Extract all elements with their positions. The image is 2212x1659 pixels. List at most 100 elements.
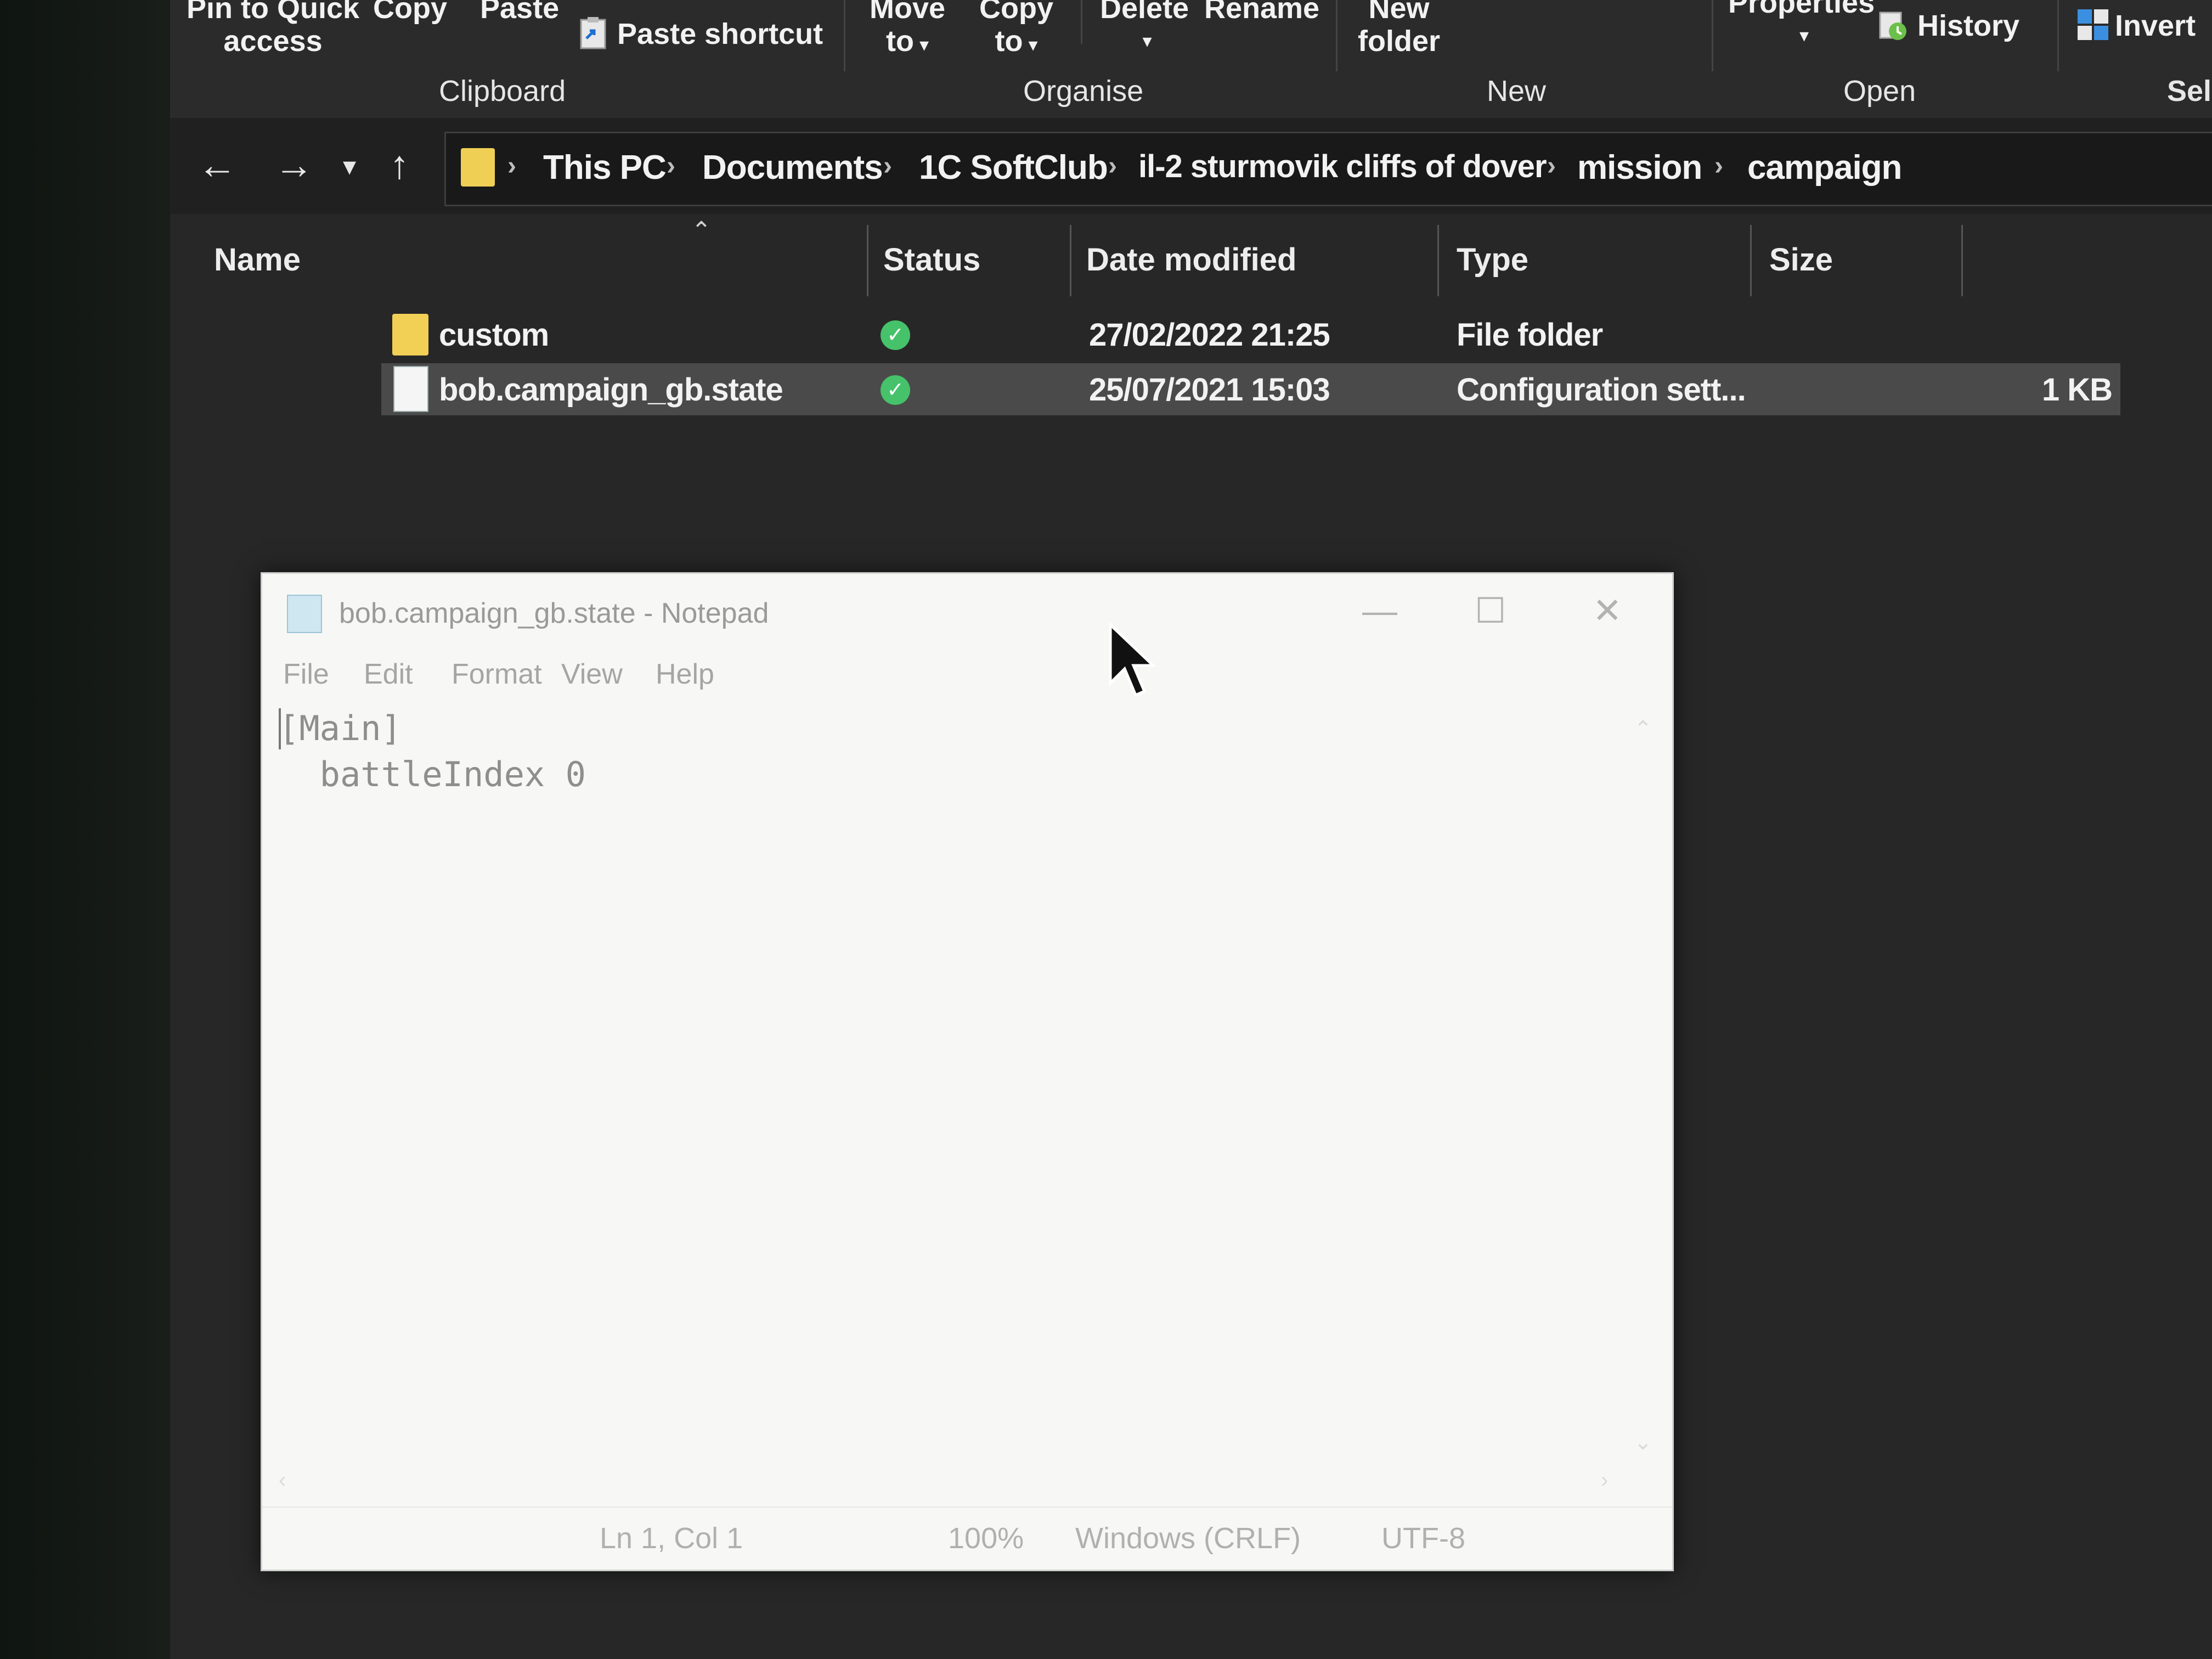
breadcrumb-1c-softclub[interactable]: 1C SoftClub: [919, 148, 1108, 187]
file-name: custom: [439, 317, 549, 353]
sync-status-ok-icon: ✓: [881, 375, 910, 405]
column-header-size[interactable]: Size: [1769, 241, 1833, 278]
new-group-label: New: [1487, 75, 1547, 108]
rename-button[interactable]: Rename: [1204, 0, 1319, 25]
monitor-bezel: [0, 0, 181, 1659]
select-group-label: Sel: [2167, 75, 2212, 108]
close-icon[interactable]: ✕: [1593, 590, 1622, 631]
chevron-down-icon: ▾: [1028, 35, 1038, 55]
forward-arrow-icon[interactable]: →: [274, 143, 314, 188]
ribbon-divider: [1336, 0, 1338, 71]
move-to-button[interactable]: Move to ▾: [870, 0, 945, 61]
organise-group-label: Organise: [1023, 75, 1144, 108]
file-date: 27/02/2022 21:25: [1089, 317, 1330, 353]
breadcrumb-il2-cliffs-of-dover[interactable]: il-2 sturmovik cliffs of dover: [1138, 148, 1547, 185]
properties-button[interactable]: Properties ▾: [1728, 0, 1875, 52]
file-size: 1 KB: [2041, 372, 2113, 408]
notepad-text-area[interactable]: [Main] battleIndex 0: [279, 706, 1623, 1474]
menu-help[interactable]: Help: [656, 658, 714, 691]
scroll-up-icon[interactable]: ⌃: [1634, 716, 1652, 742]
scroll-left-icon[interactable]: ‹: [279, 1468, 286, 1493]
file-name: bob.campaign_gb.state: [439, 372, 783, 408]
menu-file[interactable]: File: [283, 658, 329, 691]
paste-shortcut-label: Paste shortcut: [617, 18, 823, 50]
notepad-app-icon: [287, 595, 322, 633]
menu-edit[interactable]: Edit: [364, 658, 413, 691]
file-row-custom[interactable]: custom ✓ 27/02/2022 21:25 File folder: [381, 308, 2120, 360]
breadcrumb-separator: ›: [667, 151, 675, 180]
breadcrumb-separator: ›: [1547, 151, 1556, 180]
rename-label: Rename: [1204, 0, 1320, 25]
file-type: File folder: [1457, 317, 1603, 353]
ribbon: Pin to Quick access Copy Paste Paste sho…: [170, 0, 2212, 119]
scroll-down-icon[interactable]: ⌄: [1634, 1430, 1652, 1455]
menu-format[interactable]: Format: [452, 658, 542, 691]
history-label: History: [1917, 9, 2020, 42]
invert-selection-icon: [2076, 8, 2108, 41]
pin-to-quick-access-button[interactable]: Pin to Quick access: [187, 0, 359, 58]
new-folder-label-1: New: [1368, 0, 1430, 25]
document-icon: [393, 366, 428, 412]
file-row-bob-campaign-gb-state[interactable]: bob.campaign_gb.state ✓ 25/07/2021 15:03…: [381, 363, 2120, 415]
menu-view[interactable]: View: [561, 658, 623, 691]
copy-to-label-2: to: [995, 25, 1023, 58]
chevron-down-icon: ▾: [1142, 31, 1152, 52]
copy-to-button[interactable]: Copy to ▾: [979, 0, 1053, 61]
column-header-date-modified[interactable]: Date modified: [1086, 241, 1297, 278]
notepad-title-bar[interactable]: bob.campaign_gb.state - Notepad — ☐ ✕: [262, 574, 1672, 651]
column-divider[interactable]: [867, 225, 868, 296]
notepad-window: bob.campaign_gb.state - Notepad — ☐ ✕ Fi…: [261, 572, 1674, 1571]
notepad-status-bar: Ln 1, Col 1 100% Windows (CRLF) UTF-8: [262, 1506, 1672, 1568]
notepad-title: bob.campaign_gb.state - Notepad: [339, 597, 769, 629]
ribbon-divider: [1712, 0, 1713, 71]
column-header-status[interactable]: Status: [883, 241, 980, 278]
properties-label: Properties: [1728, 0, 1875, 19]
chevron-down-icon: ▾: [919, 35, 929, 55]
clipboard-group-label: Clipboard: [439, 75, 566, 108]
new-folder-button[interactable]: New folder: [1358, 0, 1440, 58]
paste-shortcut-button[interactable]: Paste shortcut: [579, 16, 823, 50]
minimize-icon[interactable]: —: [1362, 590, 1397, 631]
breadcrumb-separator: ›: [1108, 151, 1117, 180]
paste-button[interactable]: Paste: [480, 0, 559, 25]
ribbon-divider: [844, 0, 845, 71]
breadcrumb-documents[interactable]: Documents: [702, 148, 883, 187]
delete-label: Delete: [1100, 0, 1189, 25]
folder-icon: [461, 148, 495, 187]
maximize-icon[interactable]: ☐: [1475, 590, 1506, 631]
open-group-label: Open: [1843, 75, 1916, 108]
column-divider[interactable]: [1070, 225, 1071, 296]
invert-label: Invert: [2115, 9, 2196, 42]
sort-ascending-icon: ⌃: [691, 217, 712, 244]
ribbon-divider: [1081, 0, 1082, 44]
back-arrow-icon[interactable]: ←: [198, 143, 237, 188]
up-arrow-icon[interactable]: ↑: [390, 143, 409, 188]
breadcrumb-this-pc[interactable]: This PC: [543, 148, 667, 187]
file-date: 25/07/2021 15:03: [1089, 372, 1330, 408]
breadcrumb-separator: ›: [883, 151, 892, 180]
zoom-level: 100%: [948, 1522, 1024, 1555]
column-header-name[interactable]: Name: [214, 241, 301, 278]
file-type: Configuration sett...: [1457, 372, 1746, 408]
breadcrumb-mission[interactable]: mission: [1577, 148, 1702, 187]
new-folder-label-2: folder: [1358, 25, 1441, 58]
delete-button[interactable]: Delete ▾: [1100, 0, 1189, 58]
move-label-1: Move: [870, 0, 946, 25]
invert-selection-button[interactable]: Invert: [2076, 8, 2196, 42]
column-divider[interactable]: [1437, 225, 1439, 296]
copy-label: Copy: [373, 0, 447, 25]
move-label-2: to: [886, 25, 914, 58]
history-button[interactable]: History: [1879, 8, 2019, 42]
breadcrumb-separator: ›: [507, 151, 516, 180]
history-icon: [1879, 8, 1908, 41]
sync-status-ok-icon: ✓: [881, 320, 910, 350]
column-divider[interactable]: [1750, 225, 1752, 296]
encoding: UTF-8: [1381, 1522, 1465, 1555]
column-divider[interactable]: [1961, 225, 1963, 296]
breadcrumb-campaign[interactable]: campaign: [1747, 148, 1902, 187]
copy-button[interactable]: Copy: [373, 0, 447, 25]
column-header-type[interactable]: Type: [1457, 241, 1528, 278]
line-ending: Windows (CRLF): [1075, 1522, 1301, 1555]
scroll-right-icon[interactable]: ›: [1601, 1468, 1608, 1493]
recent-locations-chevron-icon[interactable]: ▾: [343, 151, 356, 182]
